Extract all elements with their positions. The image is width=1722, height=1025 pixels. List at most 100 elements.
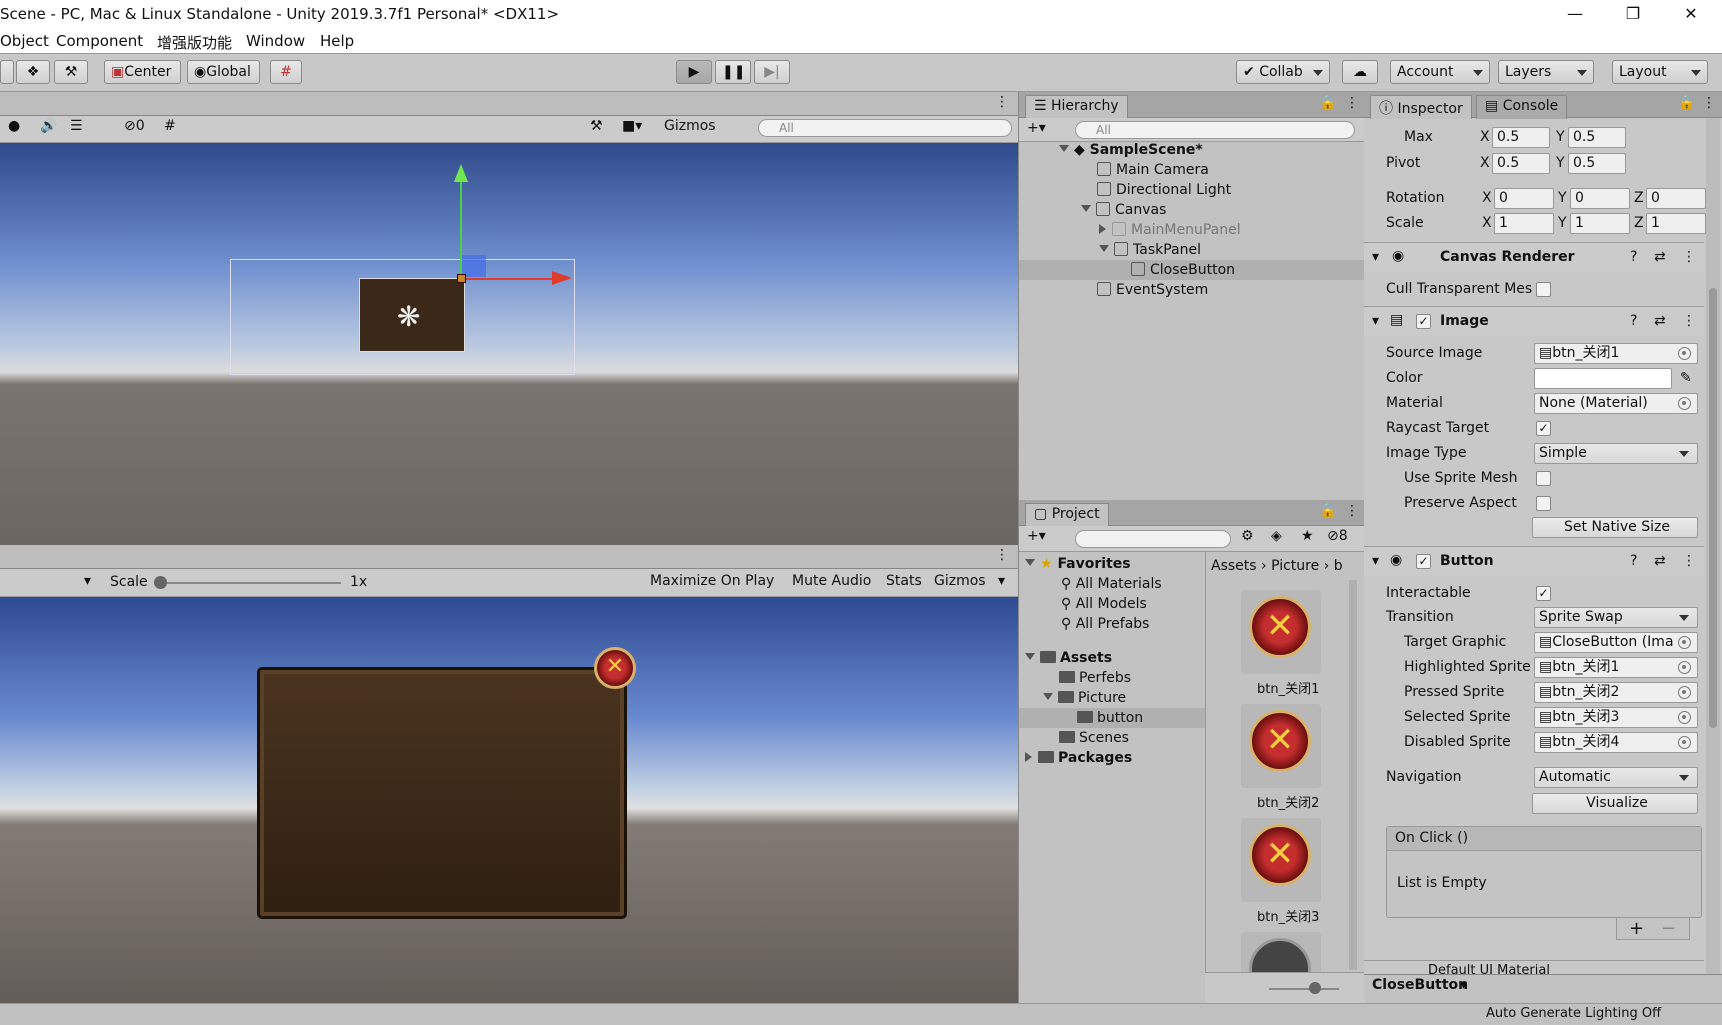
- pivot-point[interactable]: [457, 274, 466, 283]
- preserve-aspect-checkbox[interactable]: [1536, 496, 1551, 511]
- close-button-preview[interactable]: ✕: [594, 647, 636, 689]
- scale-slider[interactable]: [156, 582, 341, 584]
- hierarchy-item-canvas[interactable]: Canvas: [1081, 202, 1166, 222]
- help-icon[interactable]: ?: [1630, 313, 1637, 329]
- folder-button[interactable]: button: [1077, 710, 1143, 730]
- lighting-icon[interactable]: ●: [8, 118, 20, 134]
- thumb-size-slider-thumb[interactable]: [1309, 982, 1321, 994]
- hierarchy-item-main-camera[interactable]: Main Camera: [1097, 162, 1209, 182]
- object-picker-icon[interactable]: [1678, 686, 1691, 699]
- expand-icon[interactable]: [1081, 205, 1091, 212]
- fav-all-models[interactable]: ⚲ All Models: [1061, 596, 1147, 616]
- kebab-menu-icon[interactable]: ⋮: [995, 94, 1009, 110]
- cull-checkbox[interactable]: [1536, 282, 1551, 297]
- account-dropdown[interactable]: Account: [1390, 60, 1490, 84]
- button-enabled-checkbox[interactable]: ✓: [1416, 554, 1431, 569]
- presets-icon[interactable]: ⇄: [1654, 553, 1666, 569]
- lock-icon[interactable]: 🔒: [1319, 95, 1336, 111]
- tab-console[interactable]: ▤ Console: [1476, 95, 1568, 119]
- tools-icon[interactable]: ⚒: [590, 118, 603, 134]
- grid-icon[interactable]: #: [164, 118, 176, 134]
- foldout-icon[interactable]: ▾: [1372, 249, 1379, 265]
- gizmos-dropdown-icon[interactable]: ▾: [998, 573, 1005, 589]
- menu-component[interactable]: Component: [56, 32, 143, 50]
- project-scrollbar[interactable]: [1349, 580, 1357, 970]
- hidden-packages-icon[interactable]: ⊘8: [1327, 528, 1348, 544]
- hand-tool-button[interactable]: [0, 60, 14, 84]
- foldout-icon[interactable]: ▾: [1372, 553, 1379, 569]
- hierarchy-item-eventsystem[interactable]: EventSystem: [1097, 282, 1208, 302]
- presets-icon[interactable]: ⇄: [1654, 249, 1666, 265]
- add-icon[interactable]: +▾: [1027, 120, 1046, 136]
- menu-enhanced[interactable]: 增强版功能: [157, 32, 232, 53]
- image-type-dropdown[interactable]: Simple: [1534, 443, 1698, 464]
- transform-tool-button[interactable]: ⚒: [54, 60, 88, 84]
- folder-perfebs[interactable]: Perfebs: [1059, 670, 1131, 690]
- component-menu-icon[interactable]: ⋮: [1682, 313, 1696, 329]
- object-picker-icon[interactable]: [1678, 347, 1691, 360]
- asset-thumb-1[interactable]: ✕: [1241, 590, 1321, 674]
- object-picker-icon[interactable]: [1678, 397, 1691, 410]
- hierarchy-item-mainmenupanel[interactable]: MainMenuPanel: [1099, 222, 1241, 242]
- hierarchy-item-scene[interactable]: ◆ SampleScene*: [1059, 142, 1203, 162]
- asset-thumb-4[interactable]: [1241, 932, 1321, 972]
- navigation-dropdown[interactable]: Automatic: [1534, 767, 1698, 788]
- object-picker-icon[interactable]: [1678, 636, 1691, 649]
- canvas-renderer-header[interactable]: ▾ ◉ Canvas Renderer ? ⇄ ⋮: [1364, 242, 1704, 272]
- eyedropper-icon[interactable]: ✎: [1680, 370, 1692, 386]
- gizmos-dropdown[interactable]: Gizmos: [664, 118, 716, 134]
- lock-icon[interactable]: 🔒: [1319, 503, 1336, 519]
- kebab-menu-icon[interactable]: ⋮: [1345, 95, 1359, 111]
- project-search-input[interactable]: [1075, 530, 1231, 548]
- remove-event-icon[interactable]: −: [1661, 918, 1676, 939]
- color-field[interactable]: [1534, 368, 1672, 389]
- kebab-menu-icon[interactable]: ⋮: [995, 547, 1009, 563]
- kebab-menu-icon[interactable]: ⋮: [1345, 503, 1359, 519]
- scale-y-field[interactable]: 1: [1570, 213, 1630, 234]
- label-icon[interactable]: ◈: [1271, 528, 1282, 544]
- play-button[interactable]: ▶: [676, 60, 712, 84]
- set-native-size-button[interactable]: Set Native Size: [1532, 517, 1698, 538]
- layout-dropdown[interactable]: Layout: [1612, 60, 1708, 84]
- fav-all-prefabs[interactable]: ⚲ All Prefabs: [1061, 616, 1149, 636]
- scale-z-field[interactable]: 1: [1646, 213, 1706, 234]
- fav-all-materials[interactable]: ⚲ All Materials: [1061, 576, 1162, 596]
- collab-dropdown[interactable]: ✔ Collab: [1236, 60, 1330, 84]
- x-axis-handle[interactable]: [462, 278, 552, 280]
- preview-dropdown-icon[interactable]: ▾: [1460, 977, 1467, 993]
- collapse-icon[interactable]: [1099, 224, 1106, 234]
- image-header[interactable]: ▾ ▤ ✓ Image ? ⇄ ⋮: [1364, 306, 1704, 336]
- assets-folder[interactable]: Assets: [1025, 650, 1112, 670]
- pivot-y-field[interactable]: 0.5: [1568, 153, 1626, 174]
- breadcrumb-picture[interactable]: Picture: [1271, 558, 1319, 574]
- cloud-button[interactable]: ☁: [1342, 60, 1378, 84]
- maximize-on-play-toggle[interactable]: Maximize On Play: [650, 573, 774, 589]
- pivot-center-button[interactable]: ▣Center: [104, 60, 181, 84]
- layers-dropdown[interactable]: Layers: [1498, 60, 1594, 84]
- kebab-menu-icon[interactable]: ⋮: [1702, 95, 1716, 111]
- collapse-icon[interactable]: [1025, 752, 1032, 762]
- tab-project[interactable]: ▢ Project: [1025, 503, 1109, 527]
- selected-sprite-field[interactable]: ▤btn_关闭3: [1534, 707, 1698, 728]
- packages-folder[interactable]: Packages: [1025, 750, 1132, 770]
- help-icon[interactable]: ?: [1630, 553, 1637, 569]
- scale-x-field[interactable]: 1: [1494, 213, 1554, 234]
- folder-scenes[interactable]: Scenes: [1059, 730, 1129, 750]
- max-y-field[interactable]: 0.5: [1568, 127, 1626, 148]
- favorites-item[interactable]: ★ Favorites: [1025, 556, 1131, 576]
- pressed-sprite-field[interactable]: ▤btn_关闭2: [1534, 682, 1698, 703]
- interactable-checkbox[interactable]: ✓: [1536, 586, 1551, 601]
- breadcrumb-button[interactable]: b: [1334, 558, 1343, 574]
- gizmos-toggle[interactable]: Gizmos: [934, 573, 986, 589]
- rect-tool-button[interactable]: ❖: [16, 60, 50, 84]
- asset-thumb-2[interactable]: ✕: [1241, 704, 1321, 788]
- thumb-size-slider[interactable]: [1269, 988, 1339, 990]
- foldout-icon[interactable]: ▾: [1372, 313, 1379, 329]
- presets-icon[interactable]: ⇄: [1654, 313, 1666, 329]
- pivot-x-field[interactable]: 0.5: [1492, 153, 1550, 174]
- component-menu-icon[interactable]: ⋮: [1682, 249, 1696, 265]
- hierarchy-item-closebutton[interactable]: CloseButton: [1131, 262, 1235, 282]
- sprite-mesh-checkbox[interactable]: [1536, 471, 1551, 486]
- scene-search-input[interactable]: All: [758, 119, 1012, 137]
- y-arrow-icon[interactable]: [454, 164, 468, 182]
